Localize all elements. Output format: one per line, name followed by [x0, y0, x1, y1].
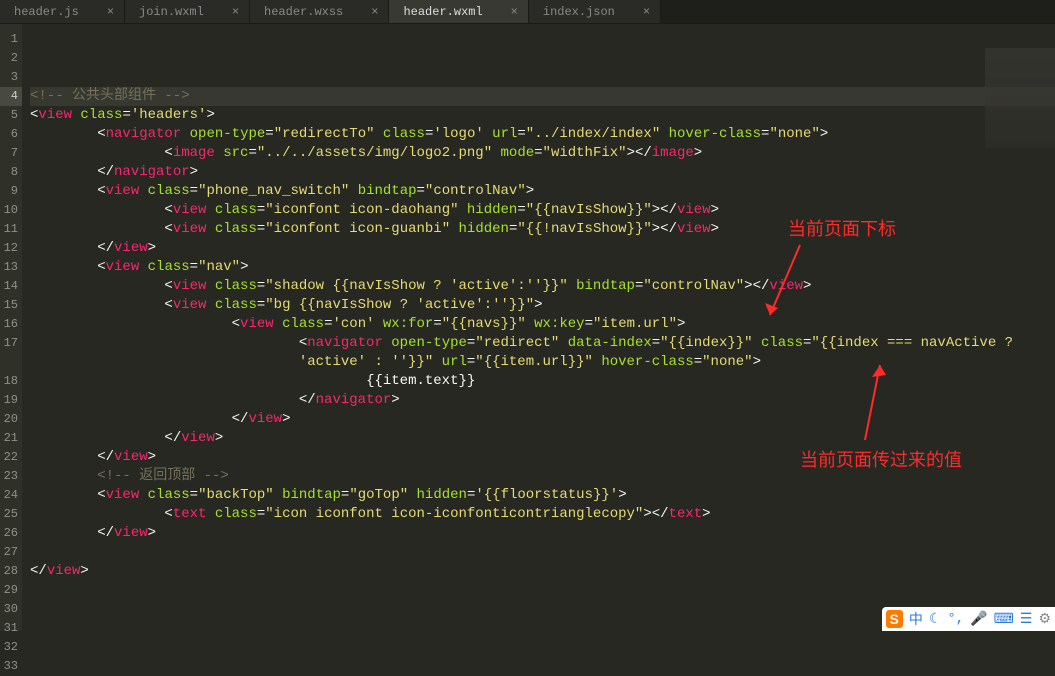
line-number: 20: [0, 410, 22, 429]
line-number: 6: [0, 125, 22, 144]
code-line[interactable]: <view class="iconfont icon-daohang" hidd…: [30, 201, 1055, 220]
line-number: 33: [0, 657, 22, 676]
code-line[interactable]: 'active' : ''}}" url="{{item.url}}" hove…: [30, 353, 1055, 372]
code-line[interactable]: <image src="../../assets/img/logo2.png" …: [30, 144, 1055, 163]
tab-index-json[interactable]: index.json ×: [529, 0, 661, 23]
code-line[interactable]: </view>: [30, 524, 1055, 543]
code-line[interactable]: </view>: [30, 562, 1055, 581]
code-line[interactable]: <view class="backTop" bindtap="goTop" hi…: [30, 486, 1055, 505]
line-number: 30: [0, 600, 22, 619]
tab-header-js[interactable]: header.js ×: [0, 0, 125, 23]
code-line[interactable]: [30, 543, 1055, 562]
code-line[interactable]: <view class="iconfont icon-guanbi" hidde…: [30, 220, 1055, 239]
tab-label: join.wxml: [139, 5, 204, 19]
code-line[interactable]: [30, 638, 1055, 657]
line-number: 1: [0, 30, 22, 49]
minimap[interactable]: [985, 48, 1055, 148]
code-area[interactable]: <!-- 公共头部组件 --><view class='headers'> <n…: [22, 24, 1055, 631]
code-line[interactable]: <view class='con' wx:for="{{navs}}" wx:k…: [30, 315, 1055, 334]
line-number: 9: [0, 182, 22, 201]
line-number: 2: [0, 49, 22, 68]
code-line[interactable]: </view>: [30, 448, 1055, 467]
tab-header-wxml[interactable]: header.wxml ×: [389, 0, 528, 23]
ime-mic-icon[interactable]: 🎤: [970, 611, 987, 628]
line-number: 11: [0, 220, 22, 239]
tab-label: index.json: [543, 5, 615, 19]
tab-header-wxss[interactable]: header.wxss ×: [250, 0, 389, 23]
code-line[interactable]: </navigator>: [30, 391, 1055, 410]
code-line[interactable]: [30, 49, 1055, 68]
ime-logo-icon: S: [886, 610, 903, 628]
code-line[interactable]: <view class='headers'>: [30, 106, 1055, 125]
close-icon[interactable]: ×: [511, 5, 518, 19]
line-number: 12: [0, 239, 22, 258]
ime-menu-icon[interactable]: ☰: [1020, 611, 1033, 628]
line-number: 22: [0, 448, 22, 467]
line-number: 25: [0, 505, 22, 524]
line-number: 7: [0, 144, 22, 163]
code-line[interactable]: <navigator open-type="redirect" data-ind…: [30, 334, 1055, 353]
line-number: 17: [0, 334, 22, 353]
line-number: 4: [0, 87, 22, 106]
code-line[interactable]: {{item.text}}: [30, 372, 1055, 391]
code-line[interactable]: [30, 30, 1055, 49]
line-number: 31: [0, 619, 22, 638]
line-number: 16: [0, 315, 22, 334]
line-number: 19: [0, 391, 22, 410]
ime-gear-icon[interactable]: ⚙: [1038, 611, 1051, 628]
ime-bar[interactable]: S 中 ☾ °, 🎤 ⌨ ☰ ⚙: [882, 607, 1055, 631]
code-line[interactable]: <view class="shadow {{navIsShow ? 'activ…: [30, 277, 1055, 296]
line-number: 26: [0, 524, 22, 543]
ime-keyboard-icon[interactable]: ⌨: [994, 611, 1014, 628]
close-icon[interactable]: ×: [643, 5, 650, 19]
code-line[interactable]: <view class="nav">: [30, 258, 1055, 277]
line-number: [0, 353, 22, 372]
line-number: 3: [0, 68, 22, 87]
tab-label: header.js: [14, 5, 79, 19]
close-icon[interactable]: ×: [232, 5, 239, 19]
close-icon[interactable]: ×: [107, 5, 114, 19]
line-number: 8: [0, 163, 22, 182]
line-number: 10: [0, 201, 22, 220]
line-number: 27: [0, 543, 22, 562]
code-line[interactable]: </navigator>: [30, 163, 1055, 182]
code-line[interactable]: [30, 68, 1055, 87]
tab-bar: header.js×join.wxml×header.wxss×header.w…: [0, 0, 1055, 24]
line-number: 21: [0, 429, 22, 448]
line-number: 32: [0, 638, 22, 657]
code-line[interactable]: <navigator open-type="redirectTo" class=…: [30, 125, 1055, 144]
code-line[interactable]: [30, 581, 1055, 600]
tab-label: header.wxml: [403, 5, 482, 19]
line-number: 18: [0, 372, 22, 391]
editor: 1234567891011121314151617 18192021222324…: [0, 24, 1055, 631]
tab-label: header.wxss: [264, 5, 343, 19]
code-line[interactable]: </view>: [30, 239, 1055, 258]
code-line[interactable]: <view class="phone_nav_switch" bindtap="…: [30, 182, 1055, 201]
code-line[interactable]: <view class="bg {{navIsShow ? 'active':'…: [30, 296, 1055, 315]
line-number: 5: [0, 106, 22, 125]
line-number: 14: [0, 277, 22, 296]
line-number: 28: [0, 562, 22, 581]
code-line[interactable]: <text class="icon iconfont icon-iconfont…: [30, 505, 1055, 524]
ime-punct[interactable]: °,: [947, 611, 964, 627]
line-number: 15: [0, 296, 22, 315]
line-number: 23: [0, 467, 22, 486]
ime-moon-icon[interactable]: ☾: [929, 611, 942, 628]
code-line[interactable]: <!-- 返回顶部 -->: [30, 467, 1055, 486]
code-line[interactable]: </view>: [30, 410, 1055, 429]
line-number: 13: [0, 258, 22, 277]
line-number: 24: [0, 486, 22, 505]
close-icon[interactable]: ×: [371, 5, 378, 19]
line-number: 29: [0, 581, 22, 600]
code-line[interactable]: <!-- 公共头部组件 -->: [30, 87, 1055, 106]
line-gutter: 1234567891011121314151617 18192021222324…: [0, 24, 22, 631]
code-line[interactable]: </view>: [30, 429, 1055, 448]
tab-join-wxml[interactable]: join.wxml ×: [125, 0, 250, 23]
ime-lang[interactable]: 中: [909, 609, 923, 629]
